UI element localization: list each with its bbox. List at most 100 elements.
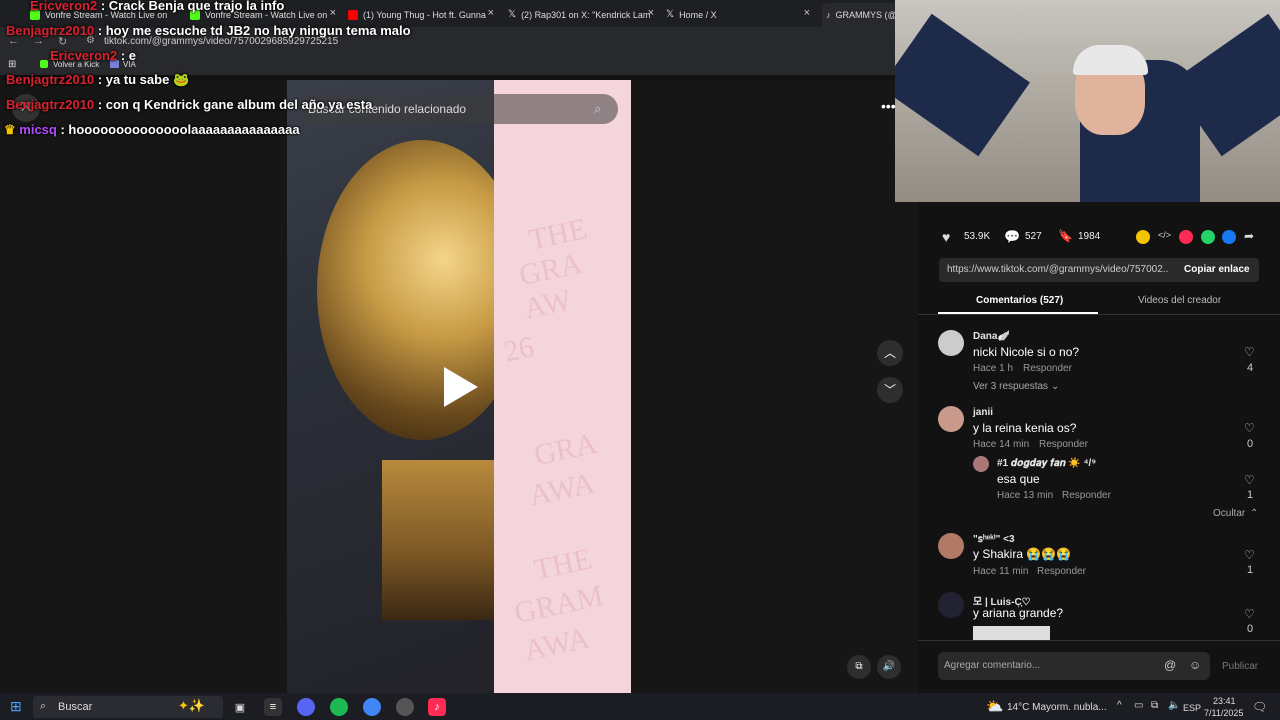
task-view-icon[interactable]: ▣ — [231, 698, 249, 716]
clock-time[interactable]: 23:41 — [1213, 696, 1236, 706]
avatar[interactable] — [938, 330, 964, 356]
network-icon[interactable]: ▭ — [1134, 700, 1143, 711]
chrome-icon[interactable] — [363, 698, 381, 716]
comment-like-count: 0 — [1247, 438, 1254, 450]
reply-button[interactable]: Responder — [1023, 363, 1072, 374]
youtube-icon — [348, 9, 358, 20]
reply-button[interactable]: Responder — [1039, 439, 1088, 450]
chat-message: Ericveron2 : Crack Benja que trajo la in… — [30, 0, 284, 13]
kick-icon — [40, 60, 48, 68]
language-indicator[interactable]: ESP — [1183, 703, 1201, 713]
close-icon[interactable]: × — [330, 7, 336, 19]
tab-x-home[interactable]: 𝕏 Home / X × — [666, 4, 814, 25]
tray-chevron-icon[interactable]: ^ — [1117, 700, 1122, 711]
publish-button[interactable]: Publicar — [1222, 661, 1258, 672]
comment-text: y ariana grande? — [973, 606, 1064, 620]
comment-image[interactable] — [973, 626, 1050, 640]
comment-like-count: 1 — [1247, 564, 1254, 576]
bookmark-icon[interactable]: 🔖 — [1058, 229, 1073, 243]
tab-youtube[interactable]: (1) Young Thug - Hot ft. Gunna × — [348, 4, 498, 25]
heart-icon[interactable]: ♡ — [1244, 473, 1255, 487]
tab-creator-videos[interactable]: Videos del creador — [1138, 295, 1221, 306]
spotify-icon[interactable] — [330, 698, 348, 716]
close-icon[interactable]: × — [488, 7, 494, 19]
whatsapp-icon[interactable] — [1201, 230, 1215, 244]
clock-date[interactable]: 7/11/2025 — [1204, 708, 1243, 718]
reply-button[interactable]: Responder — [1062, 490, 1111, 501]
speaker-icon[interactable]: 🔈 — [1168, 700, 1180, 711]
cap-image — [1073, 45, 1148, 75]
close-icon[interactable]: × — [648, 7, 654, 19]
tiktok-icon: ♪ — [826, 10, 831, 20]
more-options-icon[interactable]: ••• — [881, 98, 896, 114]
discord-icon[interactable] — [297, 698, 315, 716]
notification-icon[interactable]: 🗨 — [1252, 700, 1267, 714]
previous-video-button[interactable]: ︿ — [877, 340, 903, 366]
hide-replies-button[interactable]: Ocultar — [1213, 508, 1245, 519]
copy-link-button[interactable]: Copiar enlace — [1184, 264, 1250, 275]
share-arrow-icon[interactable]: ➦ — [1244, 229, 1254, 243]
chat-username: Ericveron2 — [30, 0, 98, 13]
chat-username: Benjagtrz2010 — [6, 72, 95, 87]
heart-icon[interactable]: ♡ — [1244, 607, 1255, 621]
next-video-button[interactable]: ﹀ — [877, 377, 903, 403]
chat-username: Benjagtrz2010 — [6, 23, 95, 38]
heart-icon[interactable]: ♡ — [1244, 345, 1255, 359]
close-icon[interactable]: × — [804, 7, 810, 19]
avatar[interactable] — [938, 533, 964, 559]
comment-like-count: 1 — [1247, 489, 1254, 501]
comment-icon[interactable]: 💬 — [1004, 229, 1020, 245]
comment-author[interactable]: janii — [973, 407, 993, 418]
comment-author[interactable]: Dana🪽 — [973, 331, 1010, 342]
chevron-up-icon: ︿ — [883, 346, 896, 360]
picture-in-picture-icon: ⧉ — [855, 661, 863, 672]
windows-start-icon[interactable]: ⊞ — [10, 698, 22, 715]
link-text[interactable]: https://www.tiktok.com/@grammys/video/75… — [947, 264, 1169, 275]
volume-button[interactable]: 🔊 — [877, 655, 901, 679]
tab-x-rap301[interactable]: 𝕏 (2) Rap301 on X: "Kendrick Lam × — [508, 4, 658, 25]
heart-icon[interactable]: ♡ — [1244, 421, 1255, 435]
video-overlay-text: THE — [531, 542, 596, 587]
weather-text[interactable]: 14°C Mayorm. nubla... — [1007, 702, 1107, 713]
share-coin-icon[interactable] — [1136, 230, 1150, 244]
speaker-icon: 🔊 — [882, 661, 896, 672]
play-icon[interactable] — [444, 367, 478, 407]
video-overlay-text: AW — [520, 283, 575, 326]
taskbar-search[interactable]: ⌕ Buscar ✦✨ — [33, 696, 223, 718]
comments-count: 527 — [1025, 231, 1042, 242]
emoji-icon[interactable]: ☺ — [1189, 658, 1201, 672]
video-overlay-text: 26 — [500, 330, 537, 369]
view-replies-button[interactable]: Ver 3 respuestas — [973, 381, 1048, 392]
search-icon: ⌕ — [40, 700, 47, 712]
facebook-icon[interactable] — [1222, 230, 1236, 244]
chat-message: Benjagtrz2010 : hoy me escuche td JB2 no… — [6, 23, 411, 38]
avatar[interactable] — [938, 592, 964, 618]
reply-button[interactable]: Responder — [1037, 566, 1086, 577]
pip-button[interactable]: ⧉ — [847, 655, 871, 679]
send-icon[interactable] — [1179, 230, 1193, 244]
tab-comments[interactable]: Comentarios (527) — [976, 295, 1063, 306]
chat-text: : hoy me escuche td JB2 no hay ningun te… — [97, 23, 411, 38]
heart-icon[interactable]: ♡ — [1244, 548, 1255, 562]
comment-input[interactable]: Agregar comentario... @ ☺ — [938, 652, 1210, 680]
comment-author[interactable]: "ꜱʰᵉᵏⁱ" <3 — [973, 534, 1015, 545]
apps-icon[interactable]: ⊞ — [8, 59, 16, 70]
avatar[interactable] — [938, 406, 964, 432]
tiktok-icon[interactable]: ♪ — [428, 698, 446, 716]
app-icon[interactable]: ≡ — [264, 698, 282, 716]
comment-text: y Shakira 😭😭😭 — [973, 547, 1072, 561]
video-overlay-text: AWA — [521, 621, 593, 668]
mention-icon[interactable]: @ — [1164, 658, 1176, 672]
link-box: https://www.tiktok.com/@grammys/video/75… — [939, 258, 1259, 282]
comment-text: nicki Nicole si o no? — [973, 345, 1080, 359]
tab-tiktok-active[interactable]: ♪ GRAMMYS (@g — [822, 3, 899, 27]
search-icon[interactable]: ⌕ — [594, 101, 601, 117]
heart-icon[interactable]: ♥ — [942, 229, 950, 245]
comment-like-count: 4 — [1247, 362, 1254, 374]
comment-author[interactable]: #1 𝒅𝒐𝒈𝒅𝒂𝒚 𝒇𝒂𝒏 ☀️ ⁴/⁹ — [997, 458, 1096, 469]
obs-icon[interactable] — [396, 698, 414, 716]
tray-icon[interactable]: ⧉ — [1151, 700, 1158, 711]
embed-icon[interactable]: </> — [1158, 230, 1171, 240]
comment-text: esa que — [997, 472, 1040, 486]
avatar[interactable] — [973, 456, 989, 472]
